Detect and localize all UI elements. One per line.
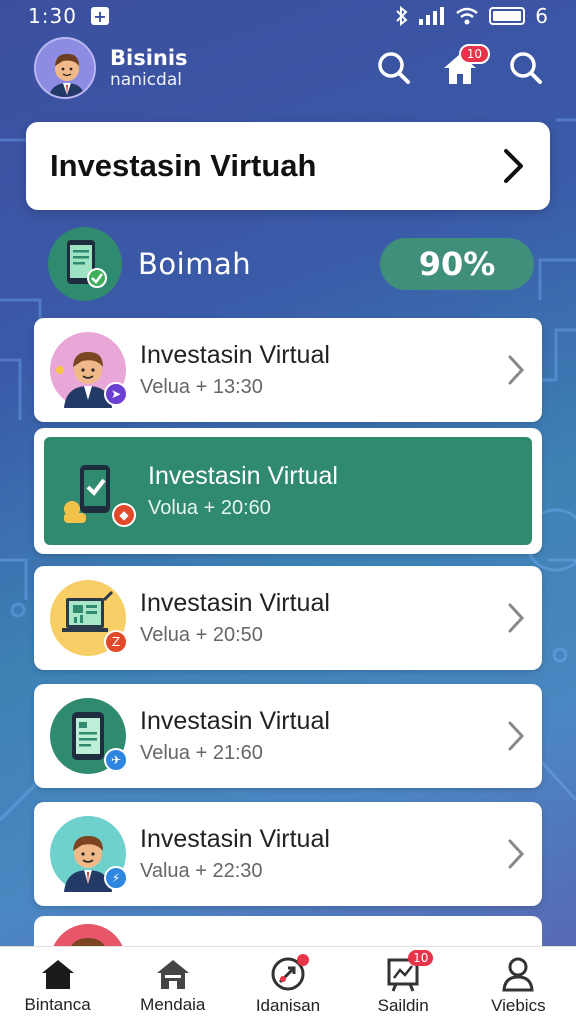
list-item[interactable]: ➤ Investasin Virtual Velua + 13:30 bbox=[34, 318, 542, 422]
search-icon bbox=[378, 52, 410, 84]
chevron-right-icon bbox=[508, 355, 525, 385]
nav-item-viebics[interactable]: Viebics bbox=[463, 956, 573, 1016]
nav-badge: 10 bbox=[408, 949, 434, 966]
progress-percent: 90% bbox=[380, 238, 534, 290]
bolt-badge-icon: ⚡ bbox=[104, 866, 128, 890]
app-subtitle: nanicdal bbox=[110, 70, 182, 90]
title-card[interactable]: Investasin Virtuah bbox=[26, 122, 550, 210]
item-subtitle: Velua + 21:60 bbox=[140, 742, 263, 764]
chevron-right-icon bbox=[508, 721, 525, 751]
nav-item-mendaia[interactable]: Mendaia bbox=[118, 957, 228, 1015]
item-title: Investasin Virtual bbox=[140, 589, 330, 617]
nav-label: Viebics bbox=[491, 995, 546, 1015]
plane-badge-icon: ✈ bbox=[104, 748, 128, 772]
item-title: Investasin Virtual bbox=[140, 341, 330, 369]
home-icon bbox=[41, 959, 74, 989]
item-title: Investasin Virtual bbox=[140, 707, 330, 735]
status-bar: 1:30 + 6 bbox=[0, 0, 576, 32]
notification-badge: 10 bbox=[458, 44, 490, 64]
app-name: Bisinis bbox=[110, 46, 188, 70]
nav-label: Mendaia bbox=[140, 994, 206, 1014]
search-button[interactable] bbox=[372, 46, 416, 90]
search-button-2[interactable] bbox=[504, 46, 548, 90]
status-time: 1:30 bbox=[28, 4, 77, 28]
battery-icon bbox=[489, 7, 526, 25]
badge-z-icon: Z bbox=[104, 630, 128, 654]
home-button[interactable]: 10 bbox=[438, 44, 490, 90]
battery-label: 6 bbox=[535, 4, 548, 28]
item-title: Investasin Virtual bbox=[140, 825, 330, 853]
item-subtitle: Velua + 20:50 bbox=[140, 624, 263, 646]
item-subtitle: Valua + 22:30 bbox=[140, 860, 263, 882]
item-subtitle: Velua + 13:30 bbox=[140, 376, 263, 398]
nav-item-idanisan[interactable]: Idanisan bbox=[233, 953, 343, 1016]
plus-icon: + bbox=[90, 7, 109, 26]
nav-label: Idanisan bbox=[255, 995, 321, 1015]
rocket-badge-icon: ➤ bbox=[104, 382, 128, 406]
search-icon bbox=[510, 52, 542, 84]
list-item[interactable]: ⚡ Investasin Virtual Valua + 22:30 bbox=[34, 802, 542, 906]
list-item[interactable]: ✈ Investasin Virtual Velua + 21:60 bbox=[34, 684, 542, 788]
chevron-right-icon bbox=[504, 149, 523, 183]
nav-label: Bintanca bbox=[24, 994, 91, 1014]
phone-check-icon bbox=[48, 227, 122, 301]
page-title: Investasin Virtuah bbox=[50, 148, 317, 183]
header: Bisinis nanicdal 10 bbox=[34, 36, 548, 100]
notification-dot bbox=[296, 953, 309, 966]
bottom-nav: Bintanca Mendaia Idanisan 10 Saildin Vie… bbox=[0, 946, 576, 1024]
item-subtitle: Volua + 20:60 bbox=[148, 497, 271, 519]
list-item-selected[interactable]: ◆ Investasin Virtual Volua + 20:60 bbox=[34, 428, 542, 554]
laptop-chart-icon: Z bbox=[50, 580, 128, 656]
chevron-right-icon bbox=[508, 603, 525, 633]
tag-badge-icon: ◆ bbox=[112, 503, 136, 527]
bluetooth-icon bbox=[396, 6, 408, 26]
person-avatar-icon: ➤ bbox=[50, 332, 128, 408]
phone-check-icon: ◆ bbox=[58, 453, 136, 529]
profile-icon bbox=[502, 957, 534, 991]
home-outline-icon bbox=[156, 959, 189, 989]
nav-label: Saildin bbox=[377, 995, 429, 1015]
list-item[interactable]: Z Investasin Virtual Velua + 20:50 bbox=[34, 566, 542, 670]
wifi-icon bbox=[456, 7, 479, 25]
avatar[interactable] bbox=[34, 37, 96, 99]
phone-doc-icon: ✈ bbox=[50, 698, 128, 774]
chevron-right-icon bbox=[508, 839, 525, 869]
person-avatar-icon: ⚡ bbox=[50, 816, 128, 892]
summary-row: Boimah 90% bbox=[48, 224, 534, 304]
nav-item-saildin[interactable]: 10 Saildin bbox=[348, 949, 458, 1016]
item-title: Investasin Virtual bbox=[148, 462, 338, 490]
signal-icon bbox=[419, 7, 445, 25]
person-avatar-icon bbox=[36, 39, 94, 97]
summary-label: Boimah bbox=[138, 247, 252, 281]
nav-item-bintanca[interactable]: Bintanca bbox=[3, 957, 113, 1015]
